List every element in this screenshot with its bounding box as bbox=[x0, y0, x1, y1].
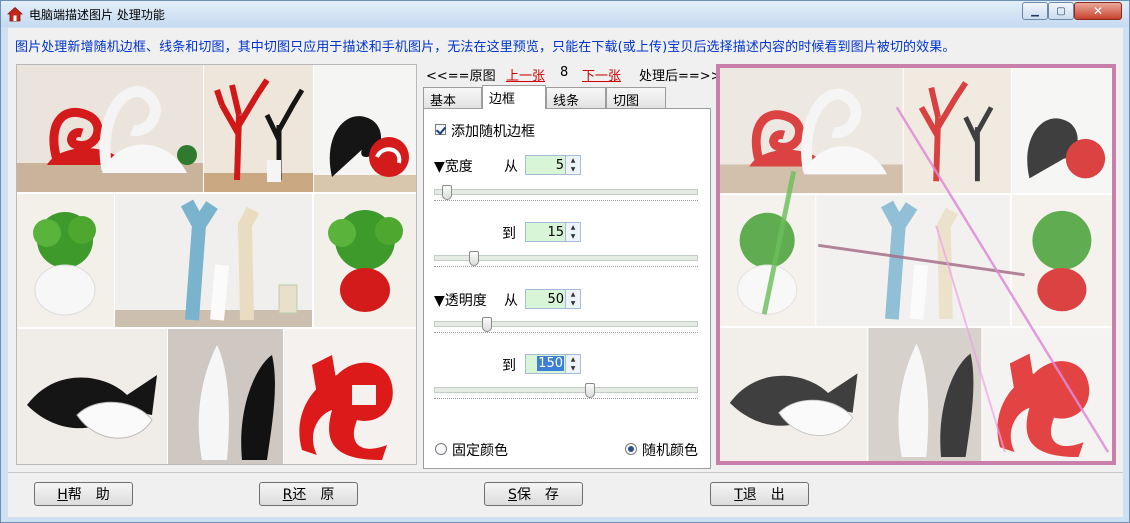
slider-ticks bbox=[434, 200, 698, 202]
exit-hotkey: T bbox=[734, 487, 743, 503]
opacity-label[interactable]: ▼透明度 bbox=[434, 290, 487, 310]
width-to-spin-buttons[interactable]: ▲ ▼ bbox=[565, 223, 580, 241]
add-random-border-checkbox[interactable] bbox=[435, 124, 446, 135]
spin-down-icon[interactable]: ▼ bbox=[566, 299, 580, 308]
notice-text: 图片处理新增随机边框、线条和切图，其中切图只应用于描述和手机图片，无法在这里预览… bbox=[15, 40, 956, 55]
action-bar: H帮 助 R还 原 S保 存 T退 出 bbox=[8, 472, 1123, 518]
restore-hotkey: R bbox=[282, 487, 293, 503]
tab-basic[interactable]: 基本 bbox=[423, 87, 482, 109]
spin-down-icon[interactable]: ▼ bbox=[566, 232, 580, 241]
tile-plant-left bbox=[17, 194, 114, 327]
image-index: 8 bbox=[560, 65, 569, 80]
width-from-spin-buttons[interactable]: ▲ ▼ bbox=[565, 156, 580, 174]
spin-up-icon[interactable]: ▲ bbox=[566, 223, 580, 232]
slider-ticks bbox=[434, 266, 698, 268]
tile-elephant bbox=[314, 65, 416, 192]
original-image-pane bbox=[16, 64, 417, 465]
spin-down-icon[interactable]: ▼ bbox=[566, 364, 580, 373]
processed-image bbox=[720, 68, 1112, 461]
spin-down-icon[interactable]: ▼ bbox=[566, 165, 580, 174]
client-area: 图片处理新增随机边框、线条和切图，其中切图只应用于描述和手机图片，无法在这里预览… bbox=[8, 28, 1123, 517]
window-title: 电脑端描述图片 处理功能 bbox=[29, 8, 165, 22]
tile-swan bbox=[17, 65, 203, 192]
original-label: <<==原图 bbox=[426, 69, 496, 84]
tile-fu-character bbox=[284, 329, 416, 464]
opacity-to-selected-text: 150 bbox=[537, 356, 564, 371]
save-button[interactable]: S保 存 bbox=[484, 482, 583, 506]
opacity-to-label: 到 bbox=[502, 358, 516, 374]
title-bar[interactable]: 电脑端描述图片 处理功能 ▁ ▢ ✕ bbox=[1, 1, 1129, 27]
help-button[interactable]: H帮 助 bbox=[34, 482, 133, 506]
random-color-radio[interactable] bbox=[625, 443, 637, 455]
opacity-from-spinner[interactable]: ▲▼ bbox=[525, 289, 581, 309]
processed-image-pane bbox=[716, 64, 1116, 465]
opacity-from-spin-buttons[interactable]: ▲ ▼ bbox=[565, 290, 580, 308]
prev-image-link[interactable]: 上一张 bbox=[506, 65, 545, 84]
opacity-to-value[interactable]: 150 bbox=[526, 355, 566, 373]
slider-thumb[interactable] bbox=[442, 185, 453, 200]
app-window: 电脑端描述图片 处理功能 ▁ ▢ ✕ 图片处理新增随机边框、线条和切图，其中切图… bbox=[0, 0, 1130, 523]
slider-thumb[interactable] bbox=[584, 383, 595, 398]
slider-ticks bbox=[434, 332, 698, 334]
save-label: 保 存 bbox=[516, 487, 559, 503]
processed-label: 处理后==>> bbox=[639, 69, 722, 84]
opacity-from-slider[interactable] bbox=[434, 317, 698, 337]
save-hotkey: S bbox=[508, 487, 517, 503]
spin-up-icon[interactable]: ▲ bbox=[566, 156, 580, 165]
width-to-spinner[interactable]: ▲▼ bbox=[525, 222, 581, 242]
help-hotkey: H bbox=[57, 487, 68, 503]
help-label: 帮 助 bbox=[67, 487, 110, 503]
close-button[interactable]: ✕ bbox=[1074, 2, 1122, 20]
width-to-label: 到 bbox=[502, 226, 516, 242]
next-image-link[interactable]: 下一张 bbox=[582, 65, 621, 84]
width-from-input[interactable] bbox=[526, 156, 566, 174]
opacity-from-input[interactable] bbox=[526, 290, 566, 308]
width-label[interactable]: ▼宽度 bbox=[434, 156, 473, 176]
tab-crop[interactable]: 切图 bbox=[606, 87, 666, 109]
opacity-to-spin-buttons[interactable]: ▲ ▼ bbox=[565, 355, 580, 373]
maximize-button[interactable]: ▢ bbox=[1048, 2, 1074, 20]
slider-track[interactable] bbox=[434, 189, 698, 195]
tab-border[interactable]: 边框 bbox=[482, 85, 546, 109]
fixed-color-radio[interactable] bbox=[435, 443, 447, 455]
spin-up-icon[interactable]: ▲ bbox=[566, 290, 580, 299]
width-from-label: 从 bbox=[504, 159, 518, 175]
fixed-color-label: 固定颜色 bbox=[452, 443, 508, 459]
slider-thumb[interactable] bbox=[481, 317, 492, 332]
exit-button[interactable]: T退 出 bbox=[710, 482, 809, 506]
opacity-from-label: 从 bbox=[504, 293, 518, 309]
add-random-border-label: 添加随机边框 bbox=[451, 124, 535, 140]
original-image bbox=[17, 65, 416, 464]
exit-label: 退 出 bbox=[742, 487, 785, 503]
restore-label: 还 原 bbox=[292, 487, 335, 503]
slider-track[interactable] bbox=[434, 321, 698, 327]
opacity-to-slider[interactable] bbox=[434, 383, 698, 403]
image-navigator: <<==原图 上一张 8 下一张 处理后==>> bbox=[426, 65, 722, 84]
width-from-slider[interactable] bbox=[434, 185, 698, 205]
width-to-input[interactable] bbox=[526, 223, 566, 241]
tab-lines[interactable]: 线条 bbox=[546, 87, 606, 109]
width-to-slider[interactable] bbox=[434, 251, 698, 271]
opacity-to-spinner[interactable]: 150 ▲ ▼ bbox=[525, 354, 581, 374]
random-color-label: 随机颜色 bbox=[642, 443, 698, 459]
minimize-button[interactable]: ▁ bbox=[1022, 2, 1048, 20]
slider-thumb[interactable] bbox=[468, 251, 479, 266]
slider-ticks bbox=[434, 398, 698, 400]
restore-button[interactable]: R还 原 bbox=[259, 482, 358, 506]
house-icon bbox=[7, 6, 23, 22]
tile-coral bbox=[204, 65, 313, 192]
width-from-spinner[interactable]: ▲▼ bbox=[525, 155, 581, 175]
tile-deer bbox=[115, 194, 312, 327]
tile-plant-right bbox=[314, 194, 416, 327]
slider-track[interactable] bbox=[434, 387, 698, 393]
border-settings-panel: 添加随机边框 ▼宽度 从 ▲▼ 到 ▲▼ ▼透明度 bbox=[423, 108, 711, 469]
spin-up-icon[interactable]: ▲ bbox=[566, 355, 580, 364]
tile-fish bbox=[17, 329, 167, 464]
tile-figure bbox=[168, 329, 283, 464]
